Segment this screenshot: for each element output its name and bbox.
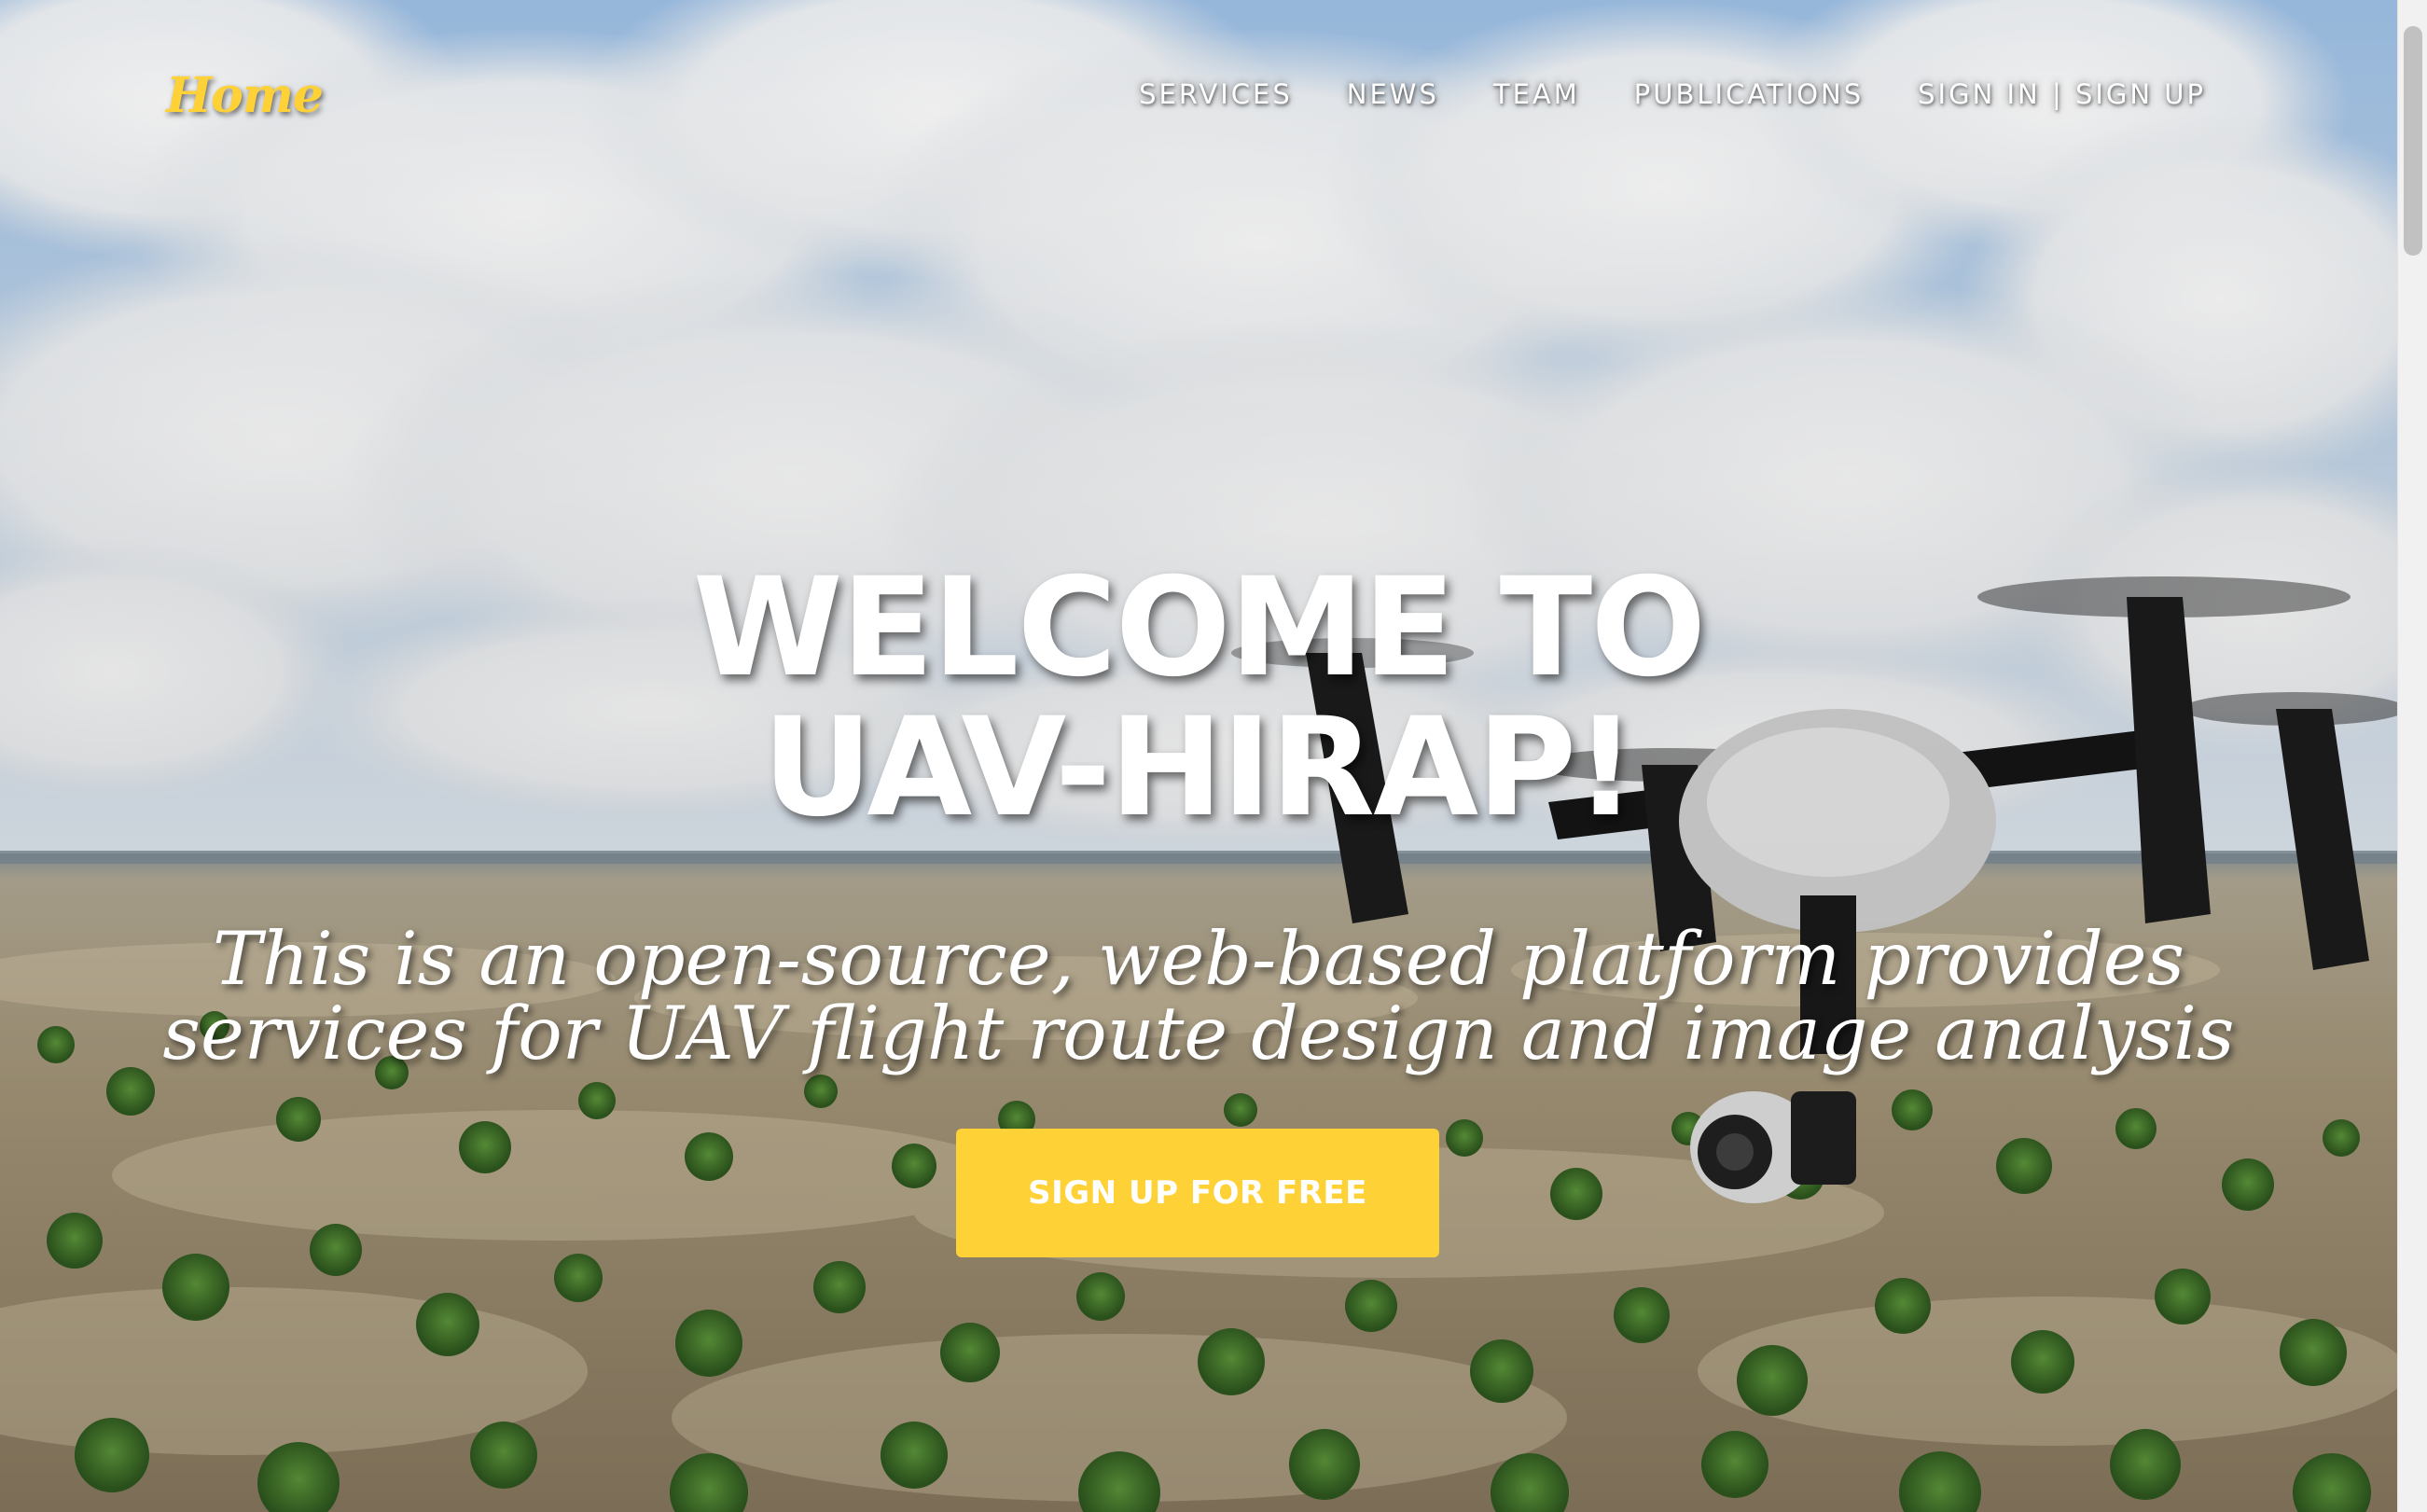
hero-section: Home SERVICES NEWS TEAM PUBLICATIONS SIG…	[0, 0, 2397, 1512]
nav-link-team[interactable]: TEAM	[1493, 78, 1580, 110]
nav-link-sign-in-sign-up[interactable]: SIGN IN | SIGN UP	[1918, 78, 2206, 110]
top-navbar: Home SERVICES NEWS TEAM PUBLICATIONS SIG…	[0, 0, 2397, 196]
sign-up-for-free-button[interactable]: SIGN UP FOR FREE	[956, 1129, 1439, 1257]
hero-subheading: This is an open-source, web-based platfo…	[0, 922, 2397, 1071]
hero-subheading-line-1: This is an open-source, web-based platfo…	[212, 916, 2185, 1002]
hero-heading-line-2: UAV-HIRAP!	[762, 688, 1637, 847]
nav-link-publications[interactable]: PUBLICATIONS	[1634, 78, 1864, 110]
nav-link-services[interactable]: SERVICES	[1139, 78, 1293, 110]
scrollbar-thumb[interactable]	[2404, 26, 2422, 256]
hero-heading: WELCOME TO UAV-HIRAP!	[0, 558, 2397, 838]
nav-links: SERVICES NEWS TEAM PUBLICATIONS SIGN IN …	[1139, 78, 2206, 110]
hero-heading-line-1: WELCOME TO	[692, 548, 1707, 707]
home-logo-link[interactable]: Home	[166, 67, 324, 124]
vertical-scrollbar[interactable]	[2397, 0, 2427, 1512]
page: Home SERVICES NEWS TEAM PUBLICATIONS SIG…	[0, 0, 2427, 1512]
nav-link-news[interactable]: NEWS	[1347, 78, 1439, 110]
hero-subheading-line-2: services for UAV flight route design and…	[162, 991, 2235, 1076]
